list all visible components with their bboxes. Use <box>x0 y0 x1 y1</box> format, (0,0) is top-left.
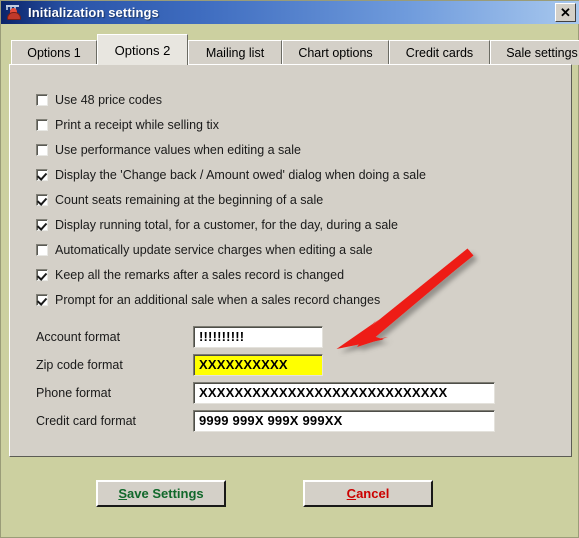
save-button-accelerator: S <box>118 486 128 501</box>
checkbox-row[interactable]: Use 48 price codes <box>36 87 426 112</box>
tab-options-2[interactable]: Options 2 <box>97 34 188 65</box>
phone-format-input[interactable]: XXXXXXXXXXXXXXXXXXXXXXXXXXXX <box>193 381 495 404</box>
tab-strip: Options 1 Options 2 Mailing list Chart opti… <box>9 34 579 65</box>
checkbox-unchecked-icon[interactable] <box>36 93 48 106</box>
checkbox-checked-icon[interactable] <box>36 193 48 206</box>
save-settings-button[interactable]: Save Settings <box>96 480 226 507</box>
checkbox-row[interactable]: Use performance values when editing a sa… <box>36 137 426 162</box>
checkbox-label: Prompt for an additional sale when a sal… <box>55 292 381 307</box>
field-row-account-format: Account format!!!!!!!!!! <box>36 323 495 350</box>
zip-code-format-label: Zip code format <box>36 357 123 372</box>
checkbox-row[interactable]: Prompt for an additional sale when a sal… <box>36 287 426 312</box>
app-icon <box>5 4 23 22</box>
tab-credit-cards[interactable]: Credit cards <box>389 40 490 65</box>
checkbox-label: Display the 'Change back / Amount owed' … <box>55 167 426 182</box>
credit-card-format-input[interactable]: 9999 999X 999X 999XX <box>193 409 495 432</box>
tab-mailing-list[interactable]: Mailing list <box>188 40 282 65</box>
format-fields-group: Account format!!!!!!!!!! Zip code format X… <box>36 323 495 435</box>
checkbox-row[interactable]: Print a receipt while selling tix <box>36 112 426 137</box>
tab-label: Sale settings <box>506 46 578 60</box>
options-checkbox-list: Use 48 price codes Print a receipt while … <box>36 87 426 312</box>
cancel-button[interactable]: Cancel <box>303 480 433 507</box>
tab-options-1[interactable]: Options 1 <box>11 40 97 65</box>
credit-card-format-label: Credit card format <box>36 413 137 428</box>
checkbox-row[interactable]: Display the 'Change back / Amount owed' … <box>36 162 426 187</box>
checkbox-checked-icon[interactable] <box>36 218 48 231</box>
checkbox-unchecked-icon[interactable] <box>36 243 48 256</box>
window-titlebar: Initialization settings ✕ <box>1 1 579 24</box>
field-row-zip-code-format: Zip code format XXXXXXXXXX <box>36 351 495 378</box>
checkbox-label: Use 48 price codes <box>55 92 163 107</box>
close-window-button[interactable]: ✕ <box>555 3 576 22</box>
cancel-button-accelerator: C <box>346 486 357 501</box>
tab-label: Options 1 <box>27 46 81 60</box>
checkbox-checked-icon[interactable] <box>36 268 48 281</box>
tab-label: Options 2 <box>114 42 171 58</box>
initialization-settings-dialog: Initialization settings ✕ Options 1 Optio… <box>0 0 579 538</box>
window-title: Initialization settings <box>28 5 159 20</box>
account-format-input[interactable]: !!!!!!!!!! <box>193 325 323 348</box>
tab-label: Chart options <box>298 46 373 60</box>
checkbox-checked-icon[interactable] <box>36 168 48 181</box>
cancel-button-label: ancel <box>356 486 390 501</box>
checkbox-unchecked-icon[interactable] <box>36 118 48 131</box>
tab-label: Mailing list <box>205 46 265 60</box>
checkbox-label: Keep all the remarks after a sales recor… <box>55 267 345 282</box>
field-row-phone-format: Phone format XXXXXXXXXXXXXXXXXXXXXXXXXXXX <box>36 379 495 406</box>
checkbox-label: Display running total, for a customer, f… <box>55 217 399 232</box>
zip-code-format-input[interactable]: XXXXXXXXXX <box>193 353 323 376</box>
tab-chart-options[interactable]: Chart options <box>282 40 389 65</box>
phone-format-label: Phone format <box>36 385 112 400</box>
checkbox-row[interactable]: Count seats remaining at the beginning o… <box>36 187 426 212</box>
checkbox-unchecked-icon[interactable] <box>36 143 48 156</box>
save-button-label: ave Settings <box>127 486 204 501</box>
checkbox-row[interactable]: Display running total, for a customer, f… <box>36 212 426 237</box>
tab-label: Credit cards <box>405 46 474 60</box>
checkbox-label: Automatically update service charges whe… <box>55 242 373 257</box>
checkbox-checked-icon[interactable] <box>36 293 48 306</box>
checkbox-label: Use performance values when editing a sa… <box>55 142 301 157</box>
close-icon: ✕ <box>560 5 571 20</box>
tab-sale-settings[interactable]: Sale settings <box>490 40 579 65</box>
account-format-label: Account format <box>36 329 121 344</box>
tab-panel-options-2: Use 48 price codes Print a receipt while … <box>9 64 572 457</box>
checkbox-row[interactable]: Automatically update service charges whe… <box>36 237 426 262</box>
checkbox-label: Print a receipt while selling tix <box>55 117 219 132</box>
checkbox-row[interactable]: Keep all the remarks after a sales recor… <box>36 262 426 287</box>
field-row-credit-card-format: Credit card format 9999 999X 999X 999XX <box>36 407 495 434</box>
checkbox-label: Count seats remaining at the beginning o… <box>55 192 324 207</box>
